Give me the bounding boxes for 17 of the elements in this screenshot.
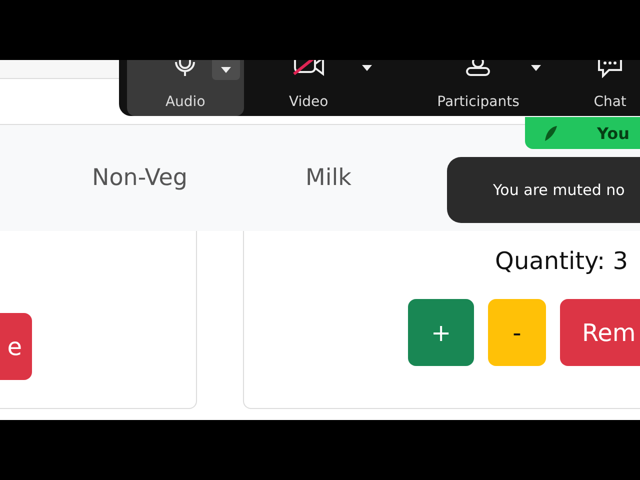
chat-button[interactable]: Chat xyxy=(580,60,640,116)
remove-button[interactable]: e xyxy=(0,313,32,380)
toast-message: You are muted no xyxy=(493,181,625,199)
leaf-icon xyxy=(543,125,557,141)
speaker-name: You xyxy=(597,124,630,142)
caret-icon[interactable] xyxy=(212,60,240,80)
nav-link[interactable]: Non-Veg xyxy=(92,165,188,191)
mic-icon xyxy=(173,60,198,76)
camera-off-icon xyxy=(292,60,326,76)
video-button[interactable]: Video xyxy=(248,60,368,116)
participants-button[interactable]: Participants xyxy=(408,60,548,116)
audio-button[interactable]: Audio xyxy=(127,60,244,116)
decrease-button[interactable]: - xyxy=(488,299,546,366)
increase-button[interactable]: + xyxy=(408,299,474,366)
nav-link[interactable]: Milk xyxy=(306,165,352,191)
quantity-text: Quantity: 3 xyxy=(494,246,629,275)
remove-button[interactable]: Rem xyxy=(560,299,640,366)
